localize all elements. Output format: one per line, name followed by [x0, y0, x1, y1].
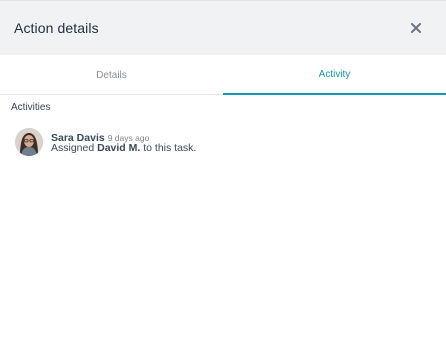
- user-avatar: [15, 128, 43, 156]
- activity-description: Assigned David M. to this task.: [51, 142, 196, 154]
- activity-text-prefix: Assigned: [51, 142, 95, 154]
- panel-title: Action details: [14, 20, 99, 36]
- activity-item: Sara Davis 9 days ago Assigned David M. t…: [15, 127, 435, 157]
- action-details-panel: Action details Details Activity Activiti…: [0, 0, 446, 358]
- tab-bar: Details Activity: [0, 55, 446, 95]
- panel-header: Action details: [0, 1, 446, 55]
- tab-details[interactable]: Details: [0, 55, 223, 95]
- tab-activity[interactable]: Activity: [223, 55, 446, 95]
- activity-text-suffix: to this task.: [143, 142, 197, 154]
- activities-heading: Activities: [11, 102, 51, 113]
- close-button[interactable]: [406, 18, 426, 38]
- close-icon: [411, 23, 421, 33]
- activity-target[interactable]: David M.: [97, 142, 140, 154]
